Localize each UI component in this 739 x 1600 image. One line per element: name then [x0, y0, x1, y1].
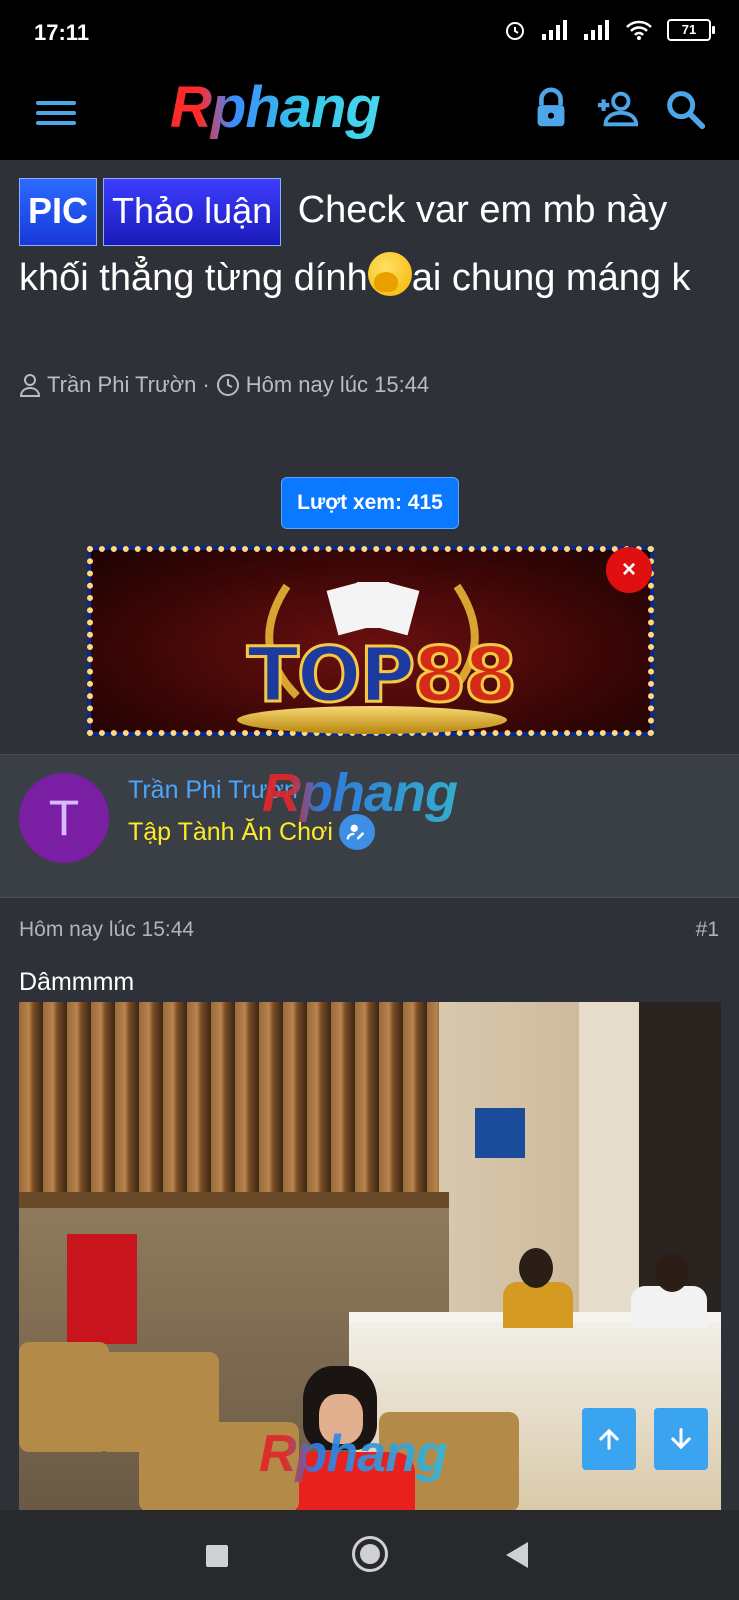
thread-meta: Trần Phi Trườn · Hôm nay lúc 15:44 [19, 372, 429, 398]
photo-chair [19, 1342, 109, 1452]
ad-close-button[interactable]: × [606, 547, 652, 593]
thread-author[interactable]: Trần Phi Trườn [47, 372, 196, 398]
photo-pillar [579, 1002, 639, 1332]
search-icon[interactable] [662, 86, 708, 132]
photo-sign [475, 1108, 525, 1158]
clock-icon [216, 374, 239, 396]
photo-watermark: Rphang [259, 1425, 448, 1483]
photo-vending-machine [67, 1234, 137, 1344]
user-icon [19, 374, 41, 397]
photo-person-2-head [655, 1252, 689, 1292]
thread-title-text-2: ai chung máng k [411, 257, 691, 299]
watermark-logo: Rphang [262, 763, 458, 823]
add-user-icon[interactable] [594, 86, 640, 132]
recent-apps-icon[interactable] [206, 1545, 228, 1567]
arrow-down-icon [671, 1428, 691, 1450]
scroll-up-button[interactable] [582, 1408, 636, 1470]
signal-icon [542, 20, 567, 40]
back-icon[interactable] [506, 1542, 528, 1568]
meta-separator: · [202, 372, 210, 397]
menu-button[interactable] [36, 96, 76, 130]
yawning-face-emoji-icon [367, 252, 412, 296]
prefix-discussion-badge[interactable]: Thảo luận [103, 178, 282, 246]
post-date[interactable]: Hôm nay lúc 15:44 [19, 918, 194, 942]
status-icons: 71 [503, 18, 715, 42]
site-logo[interactable]: Rphang [170, 74, 381, 141]
status-time: 17:11 [34, 20, 90, 45]
lock-icon[interactable] [528, 86, 574, 132]
avatar[interactable]: T [19, 773, 109, 863]
scroll-down-button[interactable] [654, 1408, 708, 1470]
thread-title: PIC Thảo luận Check var em mb này khối th… [19, 178, 719, 310]
photo-person-head [519, 1248, 553, 1288]
ad-brand: TOP88 [245, 629, 518, 721]
arrow-up-icon [599, 1428, 619, 1450]
photo-ceiling [19, 1192, 449, 1208]
photo-person [503, 1282, 573, 1328]
alarm-icon [506, 22, 524, 40]
photo-person-2 [631, 1286, 707, 1328]
view-count-badge: Lượt xem: 415 [281, 477, 459, 529]
thread-time: Hôm nay lúc 15:44 [245, 372, 430, 397]
post-number[interactable]: #1 [696, 918, 719, 942]
home-icon[interactable] [352, 1536, 388, 1572]
ad-banner[interactable]: TOP88 [87, 546, 654, 736]
prefix-pic-badge[interactable]: PIC [19, 178, 98, 246]
post-text: Dâmmmm [19, 968, 135, 996]
wifi-icon [626, 20, 652, 40]
battery-icon: 71 [667, 19, 715, 41]
photo-wood-slats [19, 1002, 439, 1202]
signal-icon-2 [584, 20, 609, 40]
menu-icon [36, 101, 76, 105]
